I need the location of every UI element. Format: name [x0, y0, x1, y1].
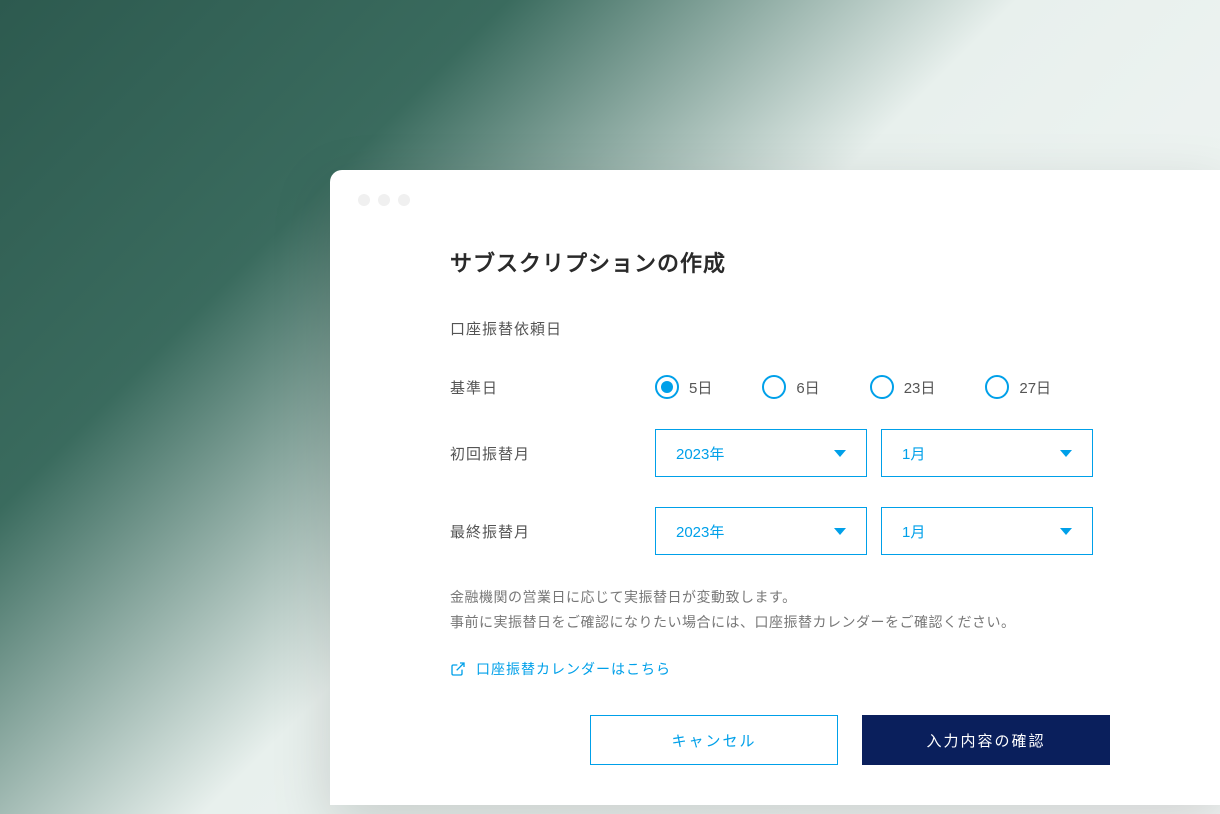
base-date-label: 基準日: [450, 377, 655, 398]
radio-icon: [762, 375, 786, 399]
chevron-down-icon: [1060, 450, 1072, 457]
select-value: 1月: [902, 521, 925, 542]
radio-option-23[interactable]: 23日: [870, 375, 936, 399]
last-month-select[interactable]: 1月: [881, 507, 1093, 555]
chevron-down-icon: [1060, 528, 1072, 535]
dialog-content: サブスクリプションの作成 口座振替依頼日 基準日 5日 6日 23日: [330, 246, 1220, 805]
button-row: キャンセル 入力内容の確認: [450, 715, 1110, 765]
last-month-selects: 2023年 1月: [655, 507, 1093, 555]
radio-icon: [985, 375, 1009, 399]
note-text: 金融機関の営業日に応じて実振替日が変動致します。 事前に実振替日をご確認になりた…: [450, 585, 1110, 635]
first-month-select[interactable]: 1月: [881, 429, 1093, 477]
cancel-button[interactable]: キャンセル: [590, 715, 838, 765]
base-date-radio-group: 5日 6日 23日 27日: [655, 375, 1051, 399]
radio-label: 5日: [689, 377, 712, 398]
dialog-window: サブスクリプションの作成 口座振替依頼日 基準日 5日 6日 23日: [330, 170, 1220, 805]
calendar-link-text: 口座振替カレンダーはこちら: [476, 659, 671, 679]
radio-option-5[interactable]: 5日: [655, 375, 712, 399]
section-subtitle: 口座振替依頼日: [450, 318, 1110, 339]
external-link-icon: [450, 661, 466, 677]
confirm-button[interactable]: 入力内容の確認: [862, 715, 1110, 765]
first-month-row: 初回振替月 2023年 1月: [450, 429, 1110, 477]
note-line1: 金融機関の営業日に応じて実振替日が変動致します。: [450, 589, 797, 605]
base-date-row: 基準日 5日 6日 23日 27日: [450, 375, 1110, 399]
radio-option-27[interactable]: 27日: [985, 375, 1051, 399]
last-month-label: 最終振替月: [450, 521, 655, 542]
calendar-link[interactable]: 口座振替カレンダーはこちら: [450, 659, 671, 679]
radio-icon: [870, 375, 894, 399]
last-month-row: 最終振替月 2023年 1月: [450, 507, 1110, 555]
radio-label: 27日: [1019, 377, 1051, 398]
note-line2: 事前に実振替日をご確認になりたい場合には、口座振替カレンダーをご確認ください。: [450, 614, 1016, 630]
window-controls: [330, 194, 1220, 206]
chevron-down-icon: [834, 528, 846, 535]
chevron-down-icon: [834, 450, 846, 457]
radio-label: 23日: [904, 377, 936, 398]
radio-icon: [655, 375, 679, 399]
select-value: 2023年: [676, 521, 724, 542]
first-month-selects: 2023年 1月: [655, 429, 1093, 477]
radio-label: 6日: [796, 377, 819, 398]
page-title: サブスクリプションの作成: [450, 246, 1110, 278]
select-value: 2023年: [676, 443, 724, 464]
last-year-select[interactable]: 2023年: [655, 507, 867, 555]
first-month-label: 初回振替月: [450, 443, 655, 464]
select-value: 1月: [902, 443, 925, 464]
radio-option-6[interactable]: 6日: [762, 375, 819, 399]
first-year-select[interactable]: 2023年: [655, 429, 867, 477]
